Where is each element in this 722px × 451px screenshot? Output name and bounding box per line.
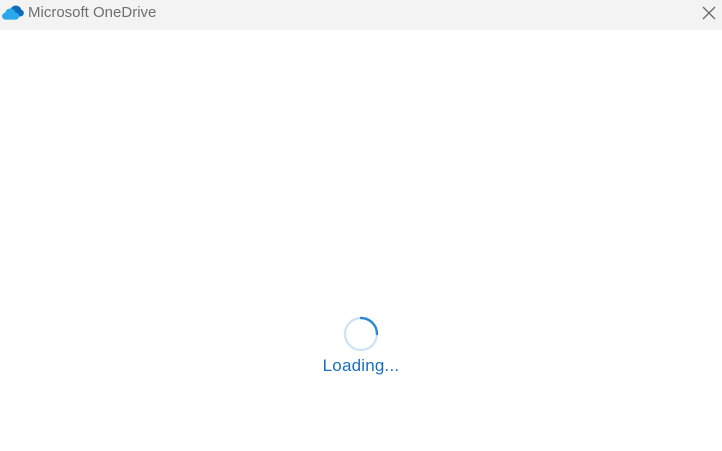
window-title: Microsoft OneDrive (28, 4, 157, 21)
onedrive-cloud-icon (2, 5, 24, 20)
loading-text: Loading... (322, 356, 400, 375)
loading-indicator: Loading... (0, 316, 722, 376)
close-button[interactable] (696, 0, 722, 26)
onedrive-window: Microsoft OneDrive Loading... (0, 0, 722, 451)
main-content: Loading... (0, 30, 722, 451)
close-icon (702, 6, 716, 20)
spinner-icon (343, 316, 379, 352)
title-bar[interactable]: Microsoft OneDrive (0, 0, 722, 30)
